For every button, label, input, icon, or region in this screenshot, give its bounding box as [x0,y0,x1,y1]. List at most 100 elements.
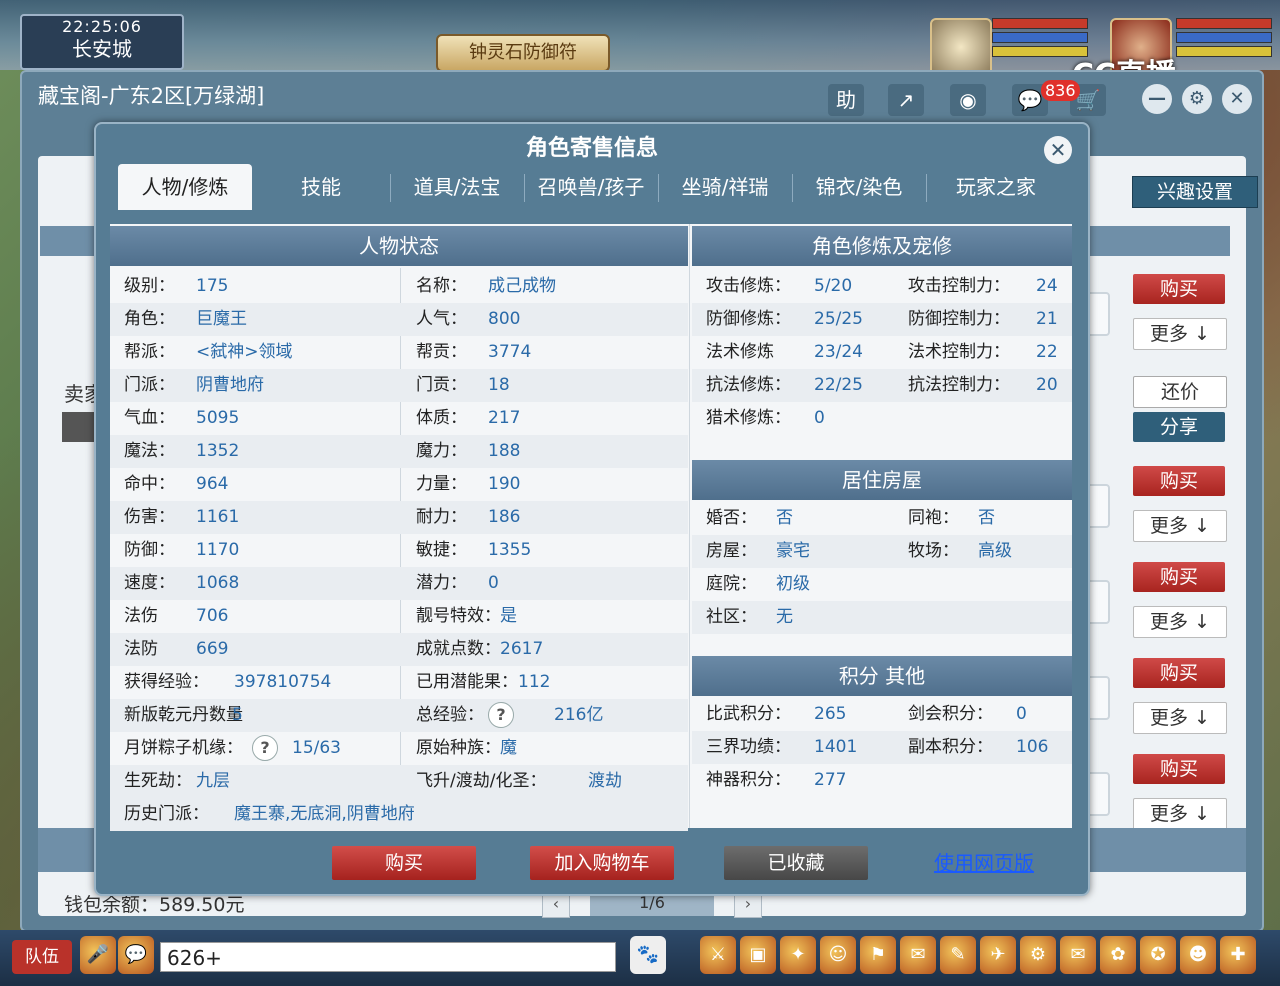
player-status-bars [1176,18,1272,60]
status-label: 气血： [124,408,175,428]
status-label: 级别： [124,276,175,296]
status-label: 新版乾元丹数量 [124,705,243,725]
points-row-label: 神器积分： [706,770,791,790]
status-label: 名称： [416,276,467,296]
chest-icon[interactable]: ▣ [740,936,776,974]
tab-summons[interactable]: 召唤兽/孩子 [524,164,658,210]
system-icon[interactable]: ⚙ [1020,936,1056,974]
guild-icon[interactable]: ⚑ [860,936,896,974]
record-icon[interactable]: ◉ [950,84,986,116]
map-icon[interactable]: ✈ [980,936,1016,974]
skill-icon[interactable]: ✦ [780,936,816,974]
cultivation-row-value: 22/25 [814,375,863,395]
side-more-button[interactable]: 更多 ↓ [1133,318,1227,350]
housing-row-value: 豪宅 [776,541,810,561]
share-arrow-icon[interactable]: ↗ [888,84,924,116]
status-value: 112 [518,672,551,692]
status-label: 防御： [124,540,175,560]
status-value: 5095 [196,408,240,428]
status-label: 月饼粽子机缘： [124,738,243,758]
status-value: 渡劫 [588,771,622,791]
housing-row-label: 房屋： [706,541,757,561]
side-more-button[interactable]: 更多 ↓ [1133,798,1227,830]
side-buy-button[interactable]: 购买 [1133,466,1225,496]
cultivation-row-label: 防御修炼： [706,309,791,329]
bargain-button[interactable]: 还价 [1133,376,1227,408]
pet-avatar-icon[interactable]: 🐾 [630,936,666,974]
settings-icon[interactable]: ✚ [1220,936,1256,974]
status-value: 18 [488,375,510,395]
help-icon[interactable]: ? [488,699,514,732]
chat-input[interactable]: 626+ [160,942,616,972]
status-label: 门贡： [416,375,467,395]
tab-player-home[interactable]: 玩家之家 [926,164,1066,210]
buy-button[interactable]: 购买 [332,846,476,880]
activity-icon[interactable]: ✪ [1140,936,1176,974]
close-icon[interactable]: ✕ [1044,136,1072,164]
mail-icon[interactable]: ✉ [1060,936,1096,974]
side-more-button[interactable]: 更多 ↓ [1133,510,1227,542]
status-value: 15/63 [292,738,341,758]
cultivation-row-value: 5/20 [814,276,853,296]
emote-icon[interactable]: ☻ [1180,936,1216,974]
points-row-value: 277 [814,770,847,790]
status-value: 1355 [488,540,532,560]
status-label: 潜力： [416,573,467,593]
side-buy-button[interactable]: 购买 [1133,658,1225,688]
buff-button[interactable]: 钟灵石防御符 [436,34,610,72]
pet-portrait[interactable] [930,18,992,76]
status-value: 669 [196,639,229,659]
housing-row-value: 无 [776,607,793,627]
tab-outfits[interactable]: 锦衣/染色 [792,164,926,210]
sword-icon[interactable]: ⚔ [700,936,736,974]
cultivation-row-value: 25/25 [814,309,863,329]
bag-icon[interactable]: ✉ [900,936,936,974]
favorited-button[interactable]: 已收藏 [724,846,868,880]
role-sale-modal: 角色寄售信息 ✕ 人物/修炼 技能 道具/法宝 召唤兽/孩子 坐骑/祥瑞 锦衣/… [94,122,1090,896]
shop-icon[interactable]: ✿ [1100,936,1136,974]
speech-icon[interactable]: 💬 [118,936,154,974]
clock-panel: 22:25:06 长安城 [20,14,184,70]
help-button[interactable]: 助 [828,84,864,116]
help-icon[interactable]: ? [252,732,278,765]
status-label: 帮贡： [416,342,467,362]
arrow-down-icon: ↓ [1194,323,1210,345]
friends-icon[interactable]: ☺ [820,936,856,974]
microphone-icon[interactable]: 🎤 [80,936,116,974]
status-label: 法防 [124,639,158,659]
tab-character[interactable]: 人物/修炼 [118,164,252,210]
web-version-link[interactable]: 使用网页版 [934,846,1034,880]
side-buy-button[interactable]: 购买 [1133,274,1225,304]
close-window-icon[interactable]: ✕ [1222,84,1252,114]
status-label: 体质： [416,408,467,428]
tab-mounts[interactable]: 坐骑/祥瑞 [658,164,792,210]
side-buy-button[interactable]: 购买 [1133,562,1225,592]
status-value: 217 [488,408,521,428]
side-more-button[interactable]: 更多 ↓ [1133,606,1227,638]
side-more-button[interactable]: 更多 ↓ [1133,702,1227,734]
status-label: 靓号特效： [416,606,501,626]
cultivation-row-label: 法术修炼 [706,342,774,362]
share-button[interactable]: 分享 [1133,412,1225,442]
minimize-icon[interactable]: — [1142,84,1172,114]
status-label: 获得经验： [124,672,209,692]
status-value: 2617 [500,639,544,659]
arrow-down-icon: ↓ [1194,611,1210,633]
status-value: 3774 [488,342,532,362]
status-value: 1352 [196,441,240,461]
quest-icon[interactable]: ✎ [940,936,976,974]
tab-items[interactable]: 道具/法宝 [390,164,524,210]
points-row-label: 三界功绩： [706,737,791,757]
add-to-cart-button[interactable]: 加入购物车 [530,846,674,880]
modal-tabs: 人物/修炼 技能 道具/法宝 召唤兽/孩子 坐骑/祥瑞 锦衣/染色 玩家之家 [118,164,1066,212]
side-buy-button[interactable]: 购买 [1133,754,1225,784]
arrow-down-icon: ↓ [1194,707,1210,729]
status-value: 1068 [196,573,240,593]
tab-skills[interactable]: 技能 [254,164,388,210]
gear-icon[interactable]: ⚙ [1182,84,1212,114]
points-row-value: 0 [1016,704,1027,724]
interest-settings-button[interactable]: 兴趣设置 [1132,176,1258,208]
cultivation-row-value: 20 [1036,375,1058,395]
cultivation-row-label: 法术控制力： [908,342,1010,362]
team-button[interactable]: 队伍 [12,940,72,974]
